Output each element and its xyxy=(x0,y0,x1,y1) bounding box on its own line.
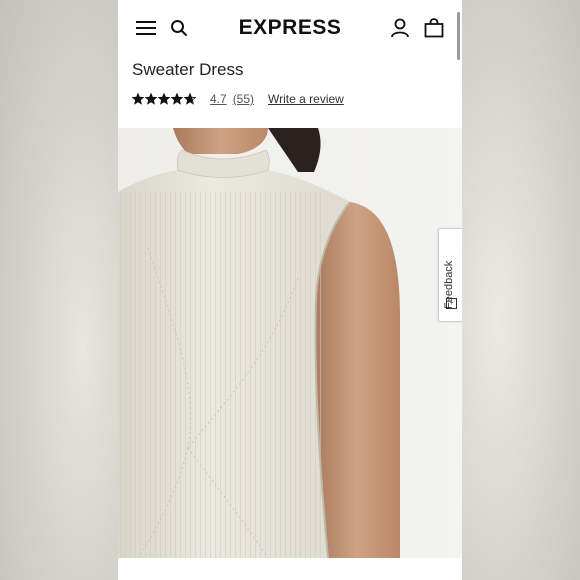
site-header: EXPRESS xyxy=(118,0,462,60)
write-review-link[interactable]: Write a review xyxy=(268,92,344,106)
product-rating: 4.7 (55) Write a review xyxy=(132,90,344,108)
star-icon xyxy=(184,93,196,105)
background-blur-left xyxy=(0,0,118,580)
feedback-label: Feedback xyxy=(443,260,455,309)
express-logo[interactable]: EXPRESS xyxy=(118,16,462,40)
product-photo[interactable] xyxy=(118,128,462,558)
product-photo-illustration xyxy=(118,128,462,558)
star-icon xyxy=(145,93,157,105)
bottom-area xyxy=(118,558,462,580)
shopping-bag-icon[interactable] xyxy=(424,18,444,38)
star-icon xyxy=(171,93,183,105)
user-icon[interactable] xyxy=(391,18,409,38)
star-icon xyxy=(158,93,170,105)
background-blur-right xyxy=(462,0,580,580)
phone-screen: EXPRESS Sweater Dress 4.7 (55) Write a r… xyxy=(118,0,462,580)
rating-value-link[interactable]: 4.7 xyxy=(210,92,227,106)
feedback-tab[interactable]: + Feedback xyxy=(438,228,462,322)
scrollbar[interactable] xyxy=(457,12,460,60)
star-rating-icons xyxy=(132,93,196,105)
star-icon xyxy=(132,93,144,105)
product-title: Sweater Dress xyxy=(132,60,244,79)
review-count-link[interactable]: (55) xyxy=(233,92,254,106)
